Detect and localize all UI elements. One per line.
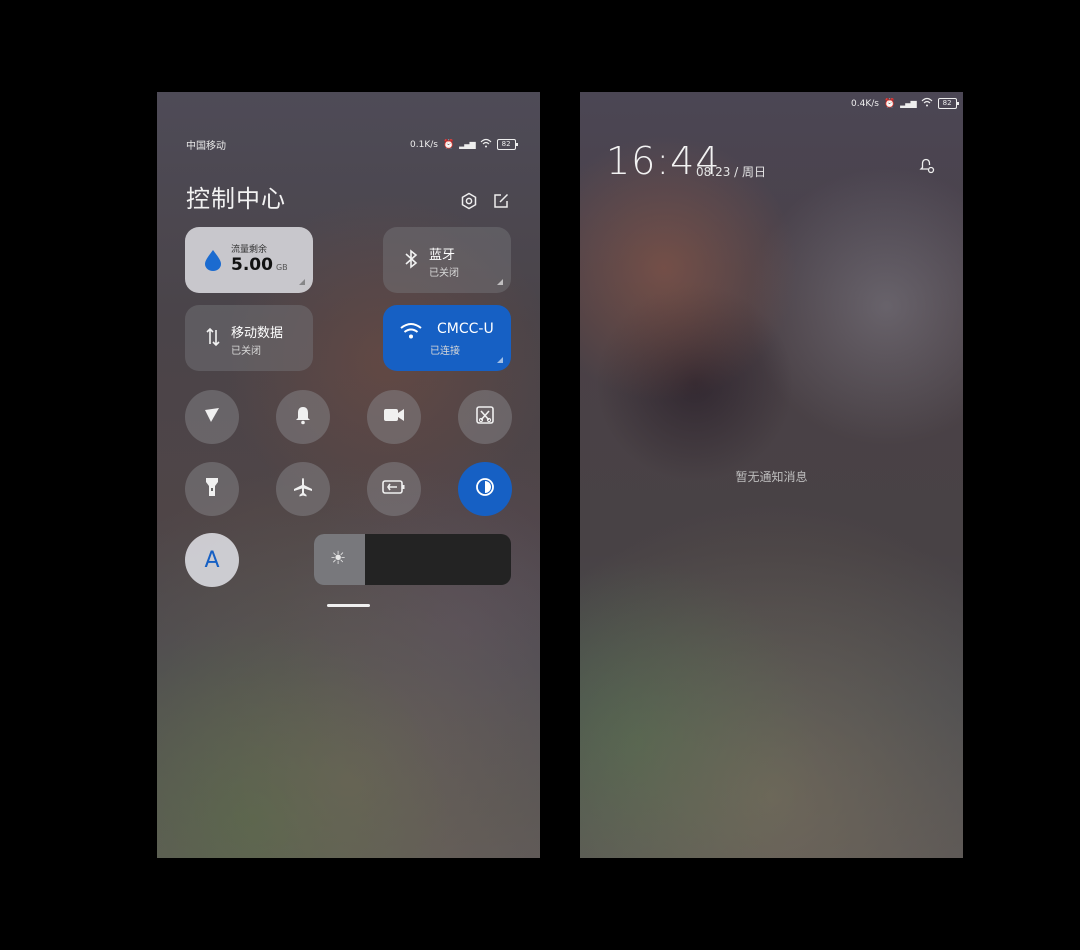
carrier-name: 中国移动 [186, 141, 226, 152]
wifi-icon [400, 322, 422, 344]
settings-icon[interactable] [460, 192, 478, 210]
notification-screen: 0.4K/s ⏰ ▂▄▆ 82 16:44 08.23 / 周日 暂无通知消息 [580, 92, 963, 858]
battery-saver-icon [382, 479, 406, 500]
location-icon [202, 405, 222, 430]
alarm-icon: ⏰ [442, 139, 455, 150]
wifi-network-name: CMCC-U [437, 321, 494, 337]
battery-icon: 82 [496, 139, 518, 150]
status-icons: 0.1K/s ⏰ ▂▄▆ 82 [410, 138, 518, 151]
location-toggle[interactable] [185, 390, 239, 444]
net-speed: 0.1K/s [410, 139, 438, 150]
wifi-tile[interactable]: CMCC-U 已连接 [383, 305, 511, 371]
net-speed: 0.4K/s [851, 98, 879, 109]
screen-record-toggle[interactable] [367, 390, 421, 444]
wifi-status-icon [480, 138, 492, 151]
airplane-toggle[interactable] [276, 462, 330, 516]
status-bar: 0.4K/s ⏰ ▂▄▆ 82 [580, 92, 963, 112]
control-center-screen: 中国移动 0.1K/s ⏰ ▂▄▆ 82 控制中心 流量剩余 5.00 GB 蓝牙… [157, 92, 540, 858]
video-icon [383, 407, 405, 428]
clock-date: 08.23 / 周日 [696, 165, 767, 179]
empty-notifications-message: 暂无通知消息 [735, 470, 808, 484]
bluetooth-tile[interactable]: 蓝牙 已关闭 [383, 227, 511, 293]
expand-corner-icon [299, 279, 305, 285]
page-title: 控制中心 [186, 185, 286, 213]
bell-icon [294, 405, 312, 430]
airplane-icon [293, 477, 313, 502]
status-bar: 中国移动 0.1K/s ⏰ ▂▄▆ 82 [157, 92, 540, 152]
battery-icon: 82 [937, 98, 959, 109]
notification-settings-icon[interactable] [919, 158, 935, 178]
auto-brightness-label: A [204, 547, 220, 573]
wifi-status: 已连接 [430, 346, 460, 357]
bluetooth-icon [400, 249, 422, 271]
drag-handle[interactable] [327, 604, 370, 607]
alarm-icon: ⏰ [883, 98, 896, 109]
signal-icon: ▂▄▆ [900, 99, 917, 108]
auto-brightness-button[interactable]: A [185, 533, 239, 587]
expand-corner-icon [497, 279, 503, 285]
water-drop-icon [202, 249, 224, 271]
data-usage-tile[interactable]: 流量剩余 5.00 GB [185, 227, 313, 293]
screenshot-icon [475, 405, 495, 430]
mobile-data-label: 移动数据 [231, 326, 284, 341]
data-usage-value: 5.00 GB [231, 255, 288, 275]
dark-mode-icon [475, 477, 495, 502]
expand-corner-icon [497, 357, 503, 363]
bluetooth-status: 已关闭 [429, 268, 459, 279]
battery-saver-toggle[interactable] [367, 462, 421, 516]
data-usage-label: 流量剩余 [231, 245, 268, 255]
status-icons: 0.4K/s ⏰ ▂▄▆ 82 [851, 97, 959, 110]
data-transfer-icon [202, 327, 224, 349]
mobile-data-tile[interactable]: 移动数据 已关闭 [185, 305, 313, 371]
flashlight-icon [205, 476, 219, 503]
screenshot-toggle[interactable] [458, 390, 512, 444]
brightness-slider[interactable]: ☀ [314, 534, 511, 585]
flashlight-toggle[interactable] [185, 462, 239, 516]
dark-mode-toggle[interactable] [458, 462, 512, 516]
signal-icon: ▂▄▆ [459, 140, 476, 149]
mobile-data-status: 已关闭 [231, 346, 261, 357]
edit-icon[interactable] [492, 192, 510, 210]
silent-toggle[interactable] [276, 390, 330, 444]
bluetooth-label: 蓝牙 [429, 248, 456, 263]
wifi-status-icon [921, 97, 933, 110]
sun-icon: ☀ [330, 548, 347, 569]
